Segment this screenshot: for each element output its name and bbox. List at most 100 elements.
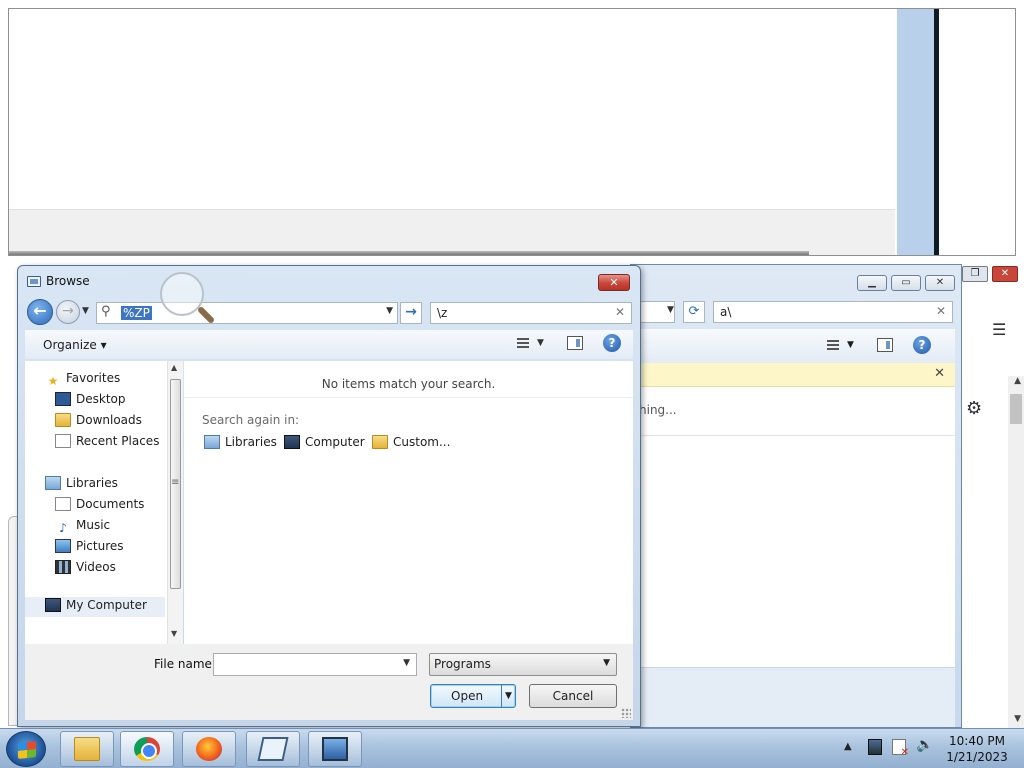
scroll-thumb[interactable] bbox=[1010, 394, 1022, 424]
recent-places-icon bbox=[55, 434, 71, 448]
address-dropdown-icon[interactable]: ▼ bbox=[667, 305, 674, 315]
organize-label: Organize bbox=[43, 338, 97, 352]
views-dropdown-icon[interactable]: ▼ bbox=[537, 338, 544, 348]
libraries-icon bbox=[45, 476, 61, 490]
nav-videos[interactable]: Videos bbox=[55, 560, 116, 578]
desktop-icon bbox=[55, 392, 71, 406]
show-hidden-icons-icon[interactable]: ▲ bbox=[844, 741, 852, 752]
taskbar-chrome[interactable] bbox=[120, 731, 174, 767]
videos-icon bbox=[55, 560, 71, 574]
scroll-down-icon[interactable]: ▼ bbox=[171, 629, 177, 638]
menu-icon[interactable]: ☰ bbox=[992, 320, 1006, 339]
back-button[interactable]: ← bbox=[27, 299, 53, 325]
help-icon[interactable]: ? bbox=[603, 334, 621, 352]
location-label: Computer bbox=[305, 435, 365, 449]
restore-button[interactable]: ❐ bbox=[962, 266, 988, 282]
computer-icon bbox=[45, 598, 61, 612]
search-location-libraries[interactable]: Libraries bbox=[204, 435, 277, 449]
preview-pane-icon[interactable] bbox=[877, 338, 893, 352]
dialog-title: Browse bbox=[46, 274, 90, 288]
start-button[interactable] bbox=[6, 731, 46, 767]
search-icon: ⚲ bbox=[101, 304, 111, 319]
location-label: Custom... bbox=[393, 435, 451, 449]
resize-grip-icon[interactable] bbox=[621, 708, 631, 718]
nav-my-computer[interactable]: My Computer bbox=[45, 598, 147, 616]
nav-libraries-label: Libraries bbox=[66, 476, 118, 490]
views-icon[interactable] bbox=[513, 336, 529, 352]
scroll-up-icon[interactable]: ▲ bbox=[1014, 376, 1021, 386]
system-tray: ▲ 🔈 10:40 PM 1/21/2023 bbox=[834, 729, 1024, 768]
browse-dialog: Browse ✕ ← → ▼ ⚲ %ZP ▼ → \z ✕ Organize ▾… bbox=[17, 265, 641, 727]
nav-music[interactable]: ♪ Music bbox=[55, 518, 110, 536]
file-name-dropdown-icon[interactable]: ▼ bbox=[403, 658, 410, 668]
gear-icon[interactable]: ⚙ bbox=[966, 398, 982, 419]
info-bar: ✕ bbox=[631, 363, 955, 387]
nav-downloads[interactable]: Downloads bbox=[55, 413, 142, 431]
clear-search-icon[interactable]: ✕ bbox=[936, 304, 946, 318]
open-split-dropdown-icon[interactable]: ▼ bbox=[501, 685, 515, 707]
open-button[interactable]: Open ▼ bbox=[430, 684, 516, 708]
maximize-button[interactable]: ▭ bbox=[891, 275, 921, 291]
close-button[interactable]: ✕ bbox=[925, 275, 955, 291]
address-dropdown-icon[interactable]: ▼ bbox=[386, 306, 393, 316]
nav-downloads-label: Downloads bbox=[76, 413, 142, 427]
nav-recent-places[interactable]: Recent Places bbox=[55, 434, 159, 452]
minimize-button[interactable]: ▁ bbox=[857, 275, 887, 291]
folder-icon bbox=[74, 737, 100, 761]
views-icon[interactable] bbox=[823, 338, 839, 354]
action-center-icon[interactable] bbox=[892, 739, 909, 758]
details-pane bbox=[631, 667, 955, 727]
file-type-value: Programs bbox=[434, 657, 491, 671]
nav-favorites-label: Favorites bbox=[66, 371, 121, 385]
cancel-button[interactable]: Cancel bbox=[529, 684, 617, 708]
help-icon[interactable]: ? bbox=[913, 336, 931, 354]
views-dropdown-icon[interactable]: ▼ bbox=[847, 340, 854, 350]
nav-favorites[interactable]: ★ Favorites bbox=[45, 371, 121, 389]
background-window-bar bbox=[9, 209, 895, 255]
forward-button[interactable]: → bbox=[56, 300, 80, 324]
program-window-icon bbox=[257, 737, 289, 761]
browser-scrollbar[interactable] bbox=[1008, 376, 1024, 728]
command-bar: ▼ ? bbox=[631, 329, 955, 363]
nav-desktop[interactable]: Desktop bbox=[55, 392, 126, 410]
navigation-scrollbar[interactable]: ▲ ≡ ▼ bbox=[167, 361, 183, 644]
browser-close-button[interactable]: ✕ bbox=[992, 266, 1018, 282]
nav-libraries[interactable]: Libraries bbox=[45, 476, 118, 494]
preview-pane-icon[interactable] bbox=[567, 336, 583, 350]
dialog-close-button[interactable]: ✕ bbox=[598, 274, 630, 291]
clock[interactable]: 10:40 PM 1/21/2023 bbox=[942, 733, 1012, 765]
organize-button[interactable]: Organize ▾ bbox=[43, 338, 107, 352]
close-info-bar-icon[interactable]: ✕ bbox=[934, 366, 945, 381]
background-window-shadow bbox=[9, 251, 809, 255]
file-type-dropdown-icon[interactable]: ▼ bbox=[603, 658, 610, 668]
taskbar-explorer[interactable] bbox=[60, 731, 114, 767]
clock-date: 1/21/2023 bbox=[946, 750, 1008, 764]
dialog-search-input[interactable]: \z ✕ bbox=[430, 302, 632, 324]
file-name-input[interactable]: ▼ bbox=[213, 653, 417, 676]
taskbar-program[interactable] bbox=[246, 731, 300, 767]
title-bar[interactable]: Browse ✕ bbox=[18, 266, 640, 296]
clock-time: 10:40 PM bbox=[949, 734, 1005, 748]
divider bbox=[184, 397, 633, 398]
clear-search-icon[interactable]: ✕ bbox=[615, 305, 625, 319]
history-dropdown-icon[interactable]: ▼ bbox=[82, 306, 89, 316]
address-input[interactable]: ⚲ %ZP ▼ bbox=[96, 302, 398, 324]
dialog-toolbar: Organize ▾ ▼ ? bbox=[25, 330, 633, 360]
nav-pictures[interactable]: Pictures bbox=[55, 539, 124, 557]
scroll-grip-icon: ≡ bbox=[171, 477, 180, 488]
search-input[interactable]: a\ ✕ bbox=[713, 301, 953, 323]
search-location-custom[interactable]: Custom... bbox=[372, 435, 450, 449]
network-icon[interactable] bbox=[868, 739, 882, 755]
open-label: Open bbox=[451, 689, 484, 703]
refresh-icon[interactable]: ⟳ bbox=[683, 301, 705, 323]
scroll-up-icon[interactable]: ▲ bbox=[171, 363, 177, 372]
go-button[interactable]: → bbox=[400, 302, 422, 324]
search-location-computer[interactable]: Computer bbox=[284, 435, 365, 449]
file-type-select[interactable]: Programs ▼ bbox=[429, 653, 617, 676]
taskbar-remote[interactable] bbox=[308, 731, 362, 767]
scroll-down-icon[interactable]: ▼ bbox=[1014, 714, 1021, 724]
nav-music-label: Music bbox=[76, 518, 111, 532]
nav-documents[interactable]: Documents bbox=[55, 497, 144, 515]
volume-icon[interactable]: 🔈 bbox=[916, 737, 933, 753]
taskbar-firefox[interactable] bbox=[182, 731, 236, 767]
